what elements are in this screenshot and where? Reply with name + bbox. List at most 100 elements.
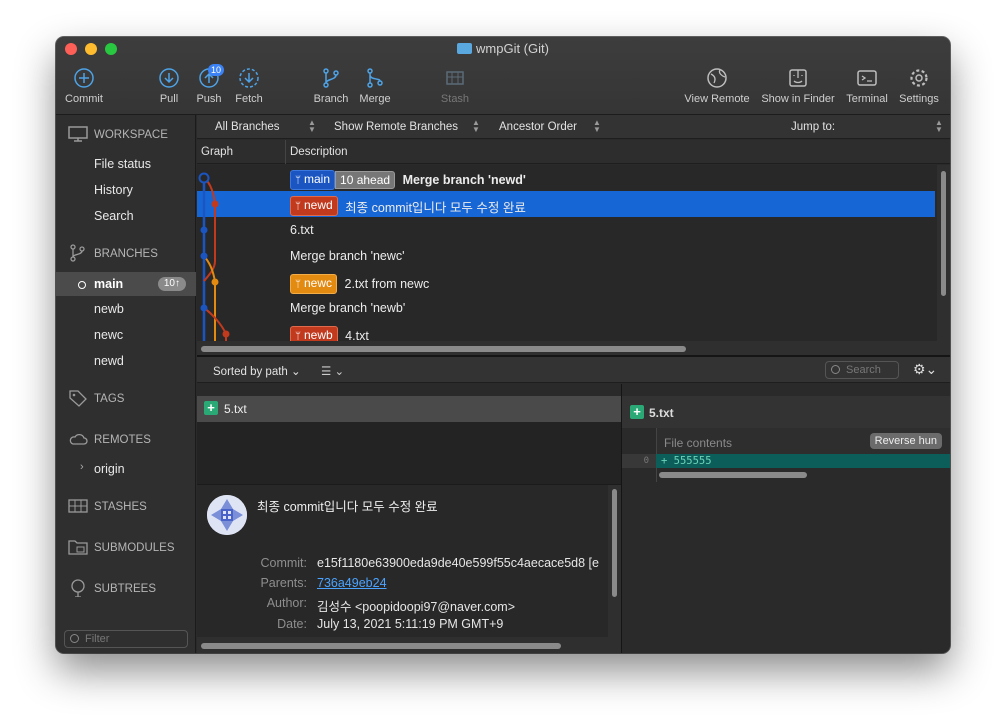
column-divider[interactable] [285,140,286,164]
commit-message: Merge branch 'newc' [290,248,405,263]
commit-row[interactable]: ᛘ newc 2.txt from newc [197,269,935,295]
commit-row[interactable]: 6.txt [197,217,935,243]
changed-files-list: + 5.txt [197,396,621,484]
commit-row[interactable]: Merge branch 'newc' [197,243,935,269]
commit-row[interactable]: ᛘ main 10 ahead Merge branch 'newd' [197,165,935,191]
window-title: wmpGit (Git) [56,41,950,56]
sidebar-item-file-status[interactable]: File status [56,152,196,176]
jump-to-select[interactable]: Jump to: [791,121,835,133]
search-icon [831,365,840,374]
graph-node[interactable] [200,304,208,312]
sidebar-item-history[interactable]: History [56,178,196,202]
branch-label[interactable]: ᛘ newd [290,196,338,216]
diff-view: + 5.txt File contents Reverse hun 0 + 55… [622,396,950,653]
commit-row-selected[interactable]: ᛘ newd 최종 commit입니다 모두 수정 완료 [197,191,935,217]
ahead-count-badge: 10↑ [157,277,186,291]
terminal-button[interactable]: Terminal [844,67,890,105]
order-select[interactable]: Ancestor Order [499,121,577,133]
stash-icon [68,499,88,513]
search-icon [70,634,79,643]
settings-button[interactable]: Settings [896,67,942,105]
chevron-down-icon: ⌄ [291,366,301,378]
branch-label[interactable]: ᛘ main [290,170,336,190]
sidebar-item-branch-newb[interactable]: newb [56,297,196,321]
graph-node[interactable] [200,226,208,234]
sidebar-section-stashes[interactable]: STASHES [56,495,196,519]
updown-arrows-icon: ▲ ▼ [308,118,316,134]
graph-node[interactable] [198,172,210,184]
branch-icon [323,68,339,88]
diff-file-header: + 5.txt [622,396,950,428]
sidebar-section-submodules[interactable]: SUBMODULES [56,536,196,560]
commit-row[interactable]: Merge branch 'newb' [197,295,935,321]
view-remote-button[interactable]: View Remote [682,67,752,105]
commit-button[interactable]: Commit [64,67,104,105]
avatar [207,495,247,535]
ahead-label: 10 ahead [335,171,396,189]
tree-icon [71,579,85,597]
sort-by-dropdown[interactable]: Sorted by path ⌄ [213,364,301,378]
remote-branches-select[interactable]: Show Remote Branches [334,121,458,133]
graph-node[interactable] [200,252,208,260]
sidebar-item-remote-origin[interactable]: › origin [56,457,196,481]
file-list-toolbar: Sorted by path ⌄ ☰ ⌄ Search ⚙⌄ [197,357,950,383]
tag-icon [69,390,87,407]
sidebar-section-branches[interactable]: BRANCHES [56,242,196,266]
details-horizontal-scrollbar[interactable] [197,637,621,653]
branch-button[interactable]: Branch [311,67,351,105]
commit-details-message: 최종 commit입니다 모두 수정 완료 [257,500,438,514]
pull-button[interactable]: Pull [156,67,182,105]
date-label: Date: [277,617,307,631]
sidebar-section-tags[interactable]: TAGS [56,387,196,411]
graph-node[interactable] [222,330,230,338]
date-value: July 13, 2021 5:11:19 PM GMT+9 [317,617,504,631]
push-button[interactable]: 10 Push [194,64,225,105]
toolbar: wmpGit (Git) Commit Pull 10 Push Fetch B… [56,37,950,115]
updown-arrows-icon: ▲ ▼ [935,118,943,134]
added-file-icon: + [204,401,218,415]
pull-icon [159,68,179,88]
graph-node[interactable] [211,200,219,208]
sidebar-item-branch-newd[interactable]: newd [56,349,196,373]
show-in-finder-button[interactable]: Show in Finder [759,67,837,105]
commit-list: ᛘ main 10 ahead Merge branch 'newd' ᛘ newd … [197,165,950,355]
updown-arrows-icon: ▲ ▼ [593,118,601,134]
cloud-icon [69,433,88,445]
details-vertical-scrollbar[interactable] [608,485,621,637]
file-row[interactable]: + 5.txt [197,396,621,422]
graph-node[interactable] [211,278,219,286]
commit-list-vertical-scrollbar[interactable] [937,165,950,355]
branch-icon: ᛘ [295,201,301,212]
commit-graph [198,172,230,341]
merge-button[interactable]: Merge [356,67,394,105]
fetch-button[interactable]: Fetch [232,67,266,105]
branches-filter-select[interactable]: All Branches [215,121,280,133]
terminal-icon [857,70,877,86]
stash-button[interactable]: Stash [438,67,472,105]
diff-horizontal-scrollbar[interactable] [656,468,950,482]
graph-column-header[interactable]: Graph [201,146,233,158]
branch-label[interactable]: ᛘ newc [290,274,338,294]
sidebar-section-subtrees[interactable]: SUBTREES [56,577,196,601]
search-input[interactable]: Search [825,361,899,379]
sidebar-item-branch-newc[interactable]: newc [56,323,196,347]
stash-icon [446,71,464,85]
reverse-hunk-button[interactable]: Reverse hun [869,433,942,449]
sidebar-item-search[interactable]: Search [56,204,196,228]
author-value: 김성수 <poopidoopi97@naver.com> [317,600,516,614]
gear-icon [910,69,928,87]
sidebar-section-workspace[interactable]: WORKSPACE [56,123,196,147]
sidebar-filter-input[interactable]: Filter [64,630,188,648]
description-column-header[interactable]: Description [290,146,348,158]
fetch-icon [239,68,259,88]
branch-icon [70,244,85,262]
sidebar-section-remotes[interactable]: REMOTES [56,428,196,452]
commit-list-header: Graph Description [197,140,950,164]
gear-icon[interactable]: ⚙⌄ [913,361,943,378]
sidebar-item-branch-main[interactable]: main 10↑ [56,272,196,296]
parent-commit-link[interactable]: 736a49eb24 [317,576,387,590]
commit-list-horizontal-scrollbar[interactable] [197,341,937,355]
list-view-options-icon[interactable]: ☰ ⌄ [321,364,344,378]
chevron-right-icon: › [80,461,84,473]
commit-hash-label: Commit: [260,556,307,570]
